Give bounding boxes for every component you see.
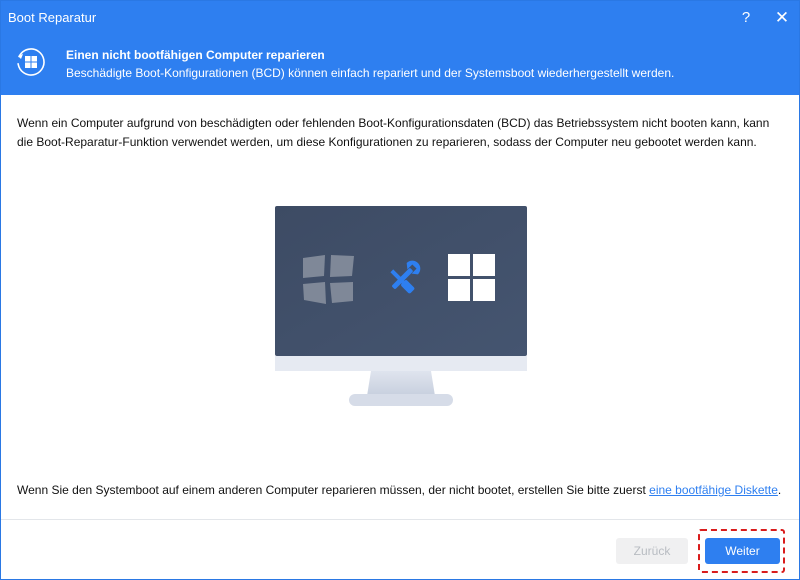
footnote-text: Wenn Sie den Systemboot auf einem andere…: [17, 483, 649, 497]
description-text: Wenn ein Computer aufgrund von beschädig…: [17, 114, 787, 152]
boot-repair-dialog: Boot Reparatur ? ✕ Einen nicht bootfähig…: [0, 0, 800, 580]
windows-repair-icon: [16, 47, 46, 77]
header-title: Einen nicht bootfähigen Computer reparie…: [66, 48, 325, 62]
footnote-end: .: [778, 483, 781, 497]
bootable-disk-link[interactable]: eine bootfähige Diskette: [649, 483, 778, 497]
footer-divider: [1, 519, 799, 520]
help-button[interactable]: ?: [734, 6, 758, 30]
close-button[interactable]: ✕: [770, 6, 794, 30]
next-button[interactable]: Weiter: [705, 538, 780, 564]
window-title: Boot Reparatur: [8, 10, 96, 25]
monitor-body: [275, 206, 527, 406]
header-subtitle: Beschädigte Boot-Konfigurationen (BCD) k…: [66, 66, 674, 80]
footnote: Wenn Sie den Systemboot auf einem andere…: [17, 481, 787, 500]
back-button[interactable]: Zurück: [616, 538, 688, 564]
header-banner: Einen nicht bootfähigen Computer reparie…: [1, 35, 799, 95]
monitor-illustration: [261, 201, 541, 416]
title-bar: Boot Reparatur ? ✕: [1, 1, 799, 35]
